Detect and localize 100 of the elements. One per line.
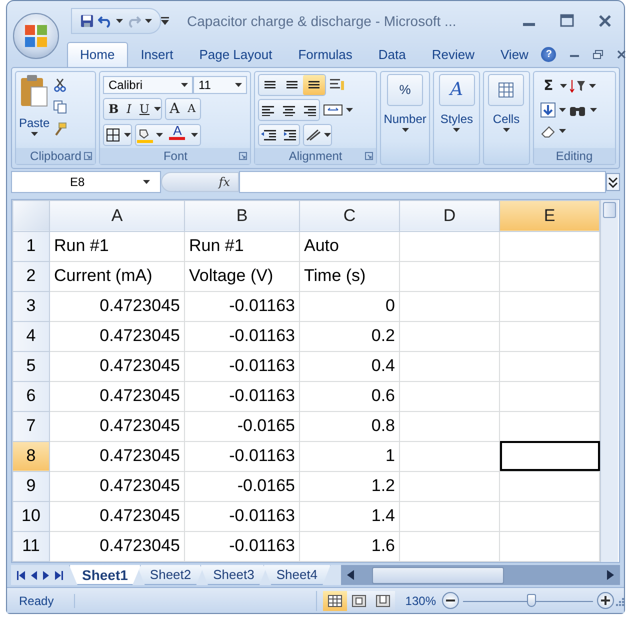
row-header[interactable]: 6 [12,381,50,412]
clear-dropdown-icon[interactable] [558,128,566,133]
zoom-in-button[interactable] [597,592,614,610]
fill-dropdown-icon[interactable] [558,108,566,112]
row-header[interactable]: 10 [12,501,50,532]
name-box-dropdown-icon[interactable] [143,180,150,184]
row-header[interactable]: 7 [12,411,50,442]
font-color-dropdown-icon[interactable] [191,132,198,137]
formula-field[interactable] [239,170,606,193]
zoom-level[interactable]: 130% [395,594,442,608]
ribbon-tab[interactable]: Formulas [285,42,366,67]
column-header[interactable]: E [500,200,600,232]
insert-function-button[interactable]: fx [161,172,239,192]
vertical-scrollbar[interactable] [600,200,618,562]
name-box[interactable]: E8 [11,170,161,193]
sheet-tab[interactable]: Sheet4 [263,564,331,586]
scroll-right-icon[interactable] [607,570,614,580]
find-dropdown-icon[interactable] [590,108,597,112]
ribbon-tab[interactable]: Page Layout [186,42,286,67]
redo-dropdown-icon[interactable] [145,19,152,24]
sheet-tab[interactable]: Sheet2 [136,564,204,586]
column-header[interactable]: A [50,200,184,232]
fill-dropdown-icon[interactable] [156,132,164,137]
undo-dropdown-icon[interactable] [116,19,123,24]
grow-font-button[interactable]: A [166,98,184,119]
view-button[interactable] [323,590,348,611]
maximize-icon[interactable] [560,14,574,28]
zoom-slider[interactable] [463,592,593,609]
restore-icon[interactable] [593,50,604,59]
paste-button[interactable]: Paste [19,74,50,146]
close-icon[interactable] [598,14,612,28]
row-header[interactable]: 2 [12,261,50,292]
borders-dropdown-icon[interactable] [124,132,132,137]
cells-dropdown-icon[interactable] [502,128,510,132]
size-dropdown-icon[interactable] [235,82,242,87]
active-cell[interactable] [500,441,600,472]
font-style-button[interactable]: I [122,98,136,119]
merge-icon[interactable] [323,102,344,117]
dialog-launcher-icon[interactable] [239,152,248,160]
expand-formula-bar-icon[interactable] [606,172,620,191]
column-header[interactable]: B [184,200,300,232]
font-size-field[interactable]: 11 [193,76,248,94]
ribbon-tab[interactable]: Review [418,42,488,67]
styles-dropdown-icon[interactable] [453,128,460,132]
sheet-tab[interactable]: Sheet1 [69,564,141,586]
next-sheet-icon[interactable] [43,570,49,580]
view-button[interactable] [371,590,396,611]
font-style-button[interactable]: U [135,98,154,119]
row-header[interactable]: 1 [12,231,50,262]
wrap-text-icon[interactable] [329,78,346,92]
last-sheet-icon[interactable] [55,570,63,580]
dialog-launcher-icon[interactable] [364,152,373,160]
ribbon-tab[interactable]: View [488,42,542,67]
autosum-button[interactable]: Σ [540,76,558,96]
horizontal-scrollbar[interactable] [340,564,620,586]
row-header[interactable]: 8 [12,441,50,472]
row-header[interactable]: 4 [12,321,50,352]
view-button[interactable] [347,590,372,611]
fill-color-icon[interactable] [136,126,154,143]
paste-dropdown-icon[interactable] [30,132,38,136]
row-header[interactable]: 9 [12,471,50,502]
zoom-out-button[interactable] [442,592,459,610]
sort-filter-icon[interactable] [570,78,586,93]
customize-toolbar-icon[interactable] [161,16,169,26]
row-header[interactable]: 5 [12,351,50,382]
office-button[interactable] [13,13,59,59]
ribbon-tab[interactable]: Insert [128,42,186,67]
vertical-align-button[interactable] [303,74,326,95]
save-icon[interactable] [80,14,94,28]
ribbon-tab[interactable]: Home [67,42,128,67]
row-header[interactable]: 11 [12,531,50,562]
copy-icon[interactable] [52,100,67,114]
orientation-dropdown-icon[interactable] [324,132,332,137]
office-logo-icon[interactable] [23,23,49,49]
first-sheet-icon[interactable] [17,570,25,580]
column-header[interactable]: D [400,200,500,232]
close-icon[interactable] [617,50,626,59]
number-dropdown-icon[interactable] [402,128,409,132]
format-painter-icon[interactable] [52,122,67,136]
eraser-icon[interactable] [540,124,556,138]
sheet-tab[interactable]: Sheet3 [200,564,268,586]
column-header[interactable]: C [300,200,400,232]
underline-dropdown-icon[interactable] [154,106,161,111]
sort-dropdown-icon[interactable] [589,84,596,88]
cut-icon[interactable] [52,78,67,92]
dialog-launcher-icon[interactable] [84,152,92,160]
shrink-font-button[interactable]: A [184,98,200,119]
scroll-left-icon[interactable] [346,570,354,580]
font-style-button[interactable]: B [104,98,123,119]
autosum-dropdown-icon[interactable] [560,84,568,88]
font-name-field[interactable]: Calibri [103,76,194,94]
font-dropdown-icon[interactable] [181,82,188,87]
fill-down-icon[interactable] [540,102,556,118]
merge-dropdown-icon[interactable] [346,108,354,112]
ribbon-tab[interactable]: Data [365,42,419,67]
row-header[interactable]: 3 [12,291,50,322]
previous-sheet-icon[interactable] [31,570,37,580]
undo-icon[interactable] [98,14,112,28]
slider-thumb[interactable] [526,594,536,607]
help-button[interactable]: ? [541,46,556,62]
